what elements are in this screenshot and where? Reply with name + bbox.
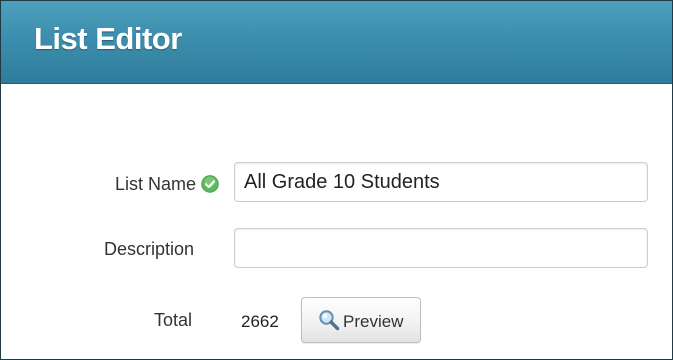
total-label: Total [153, 310, 192, 330]
magnifier-icon [319, 310, 340, 331]
page-title: List Editor [34, 21, 182, 56]
total-count: 2662 [241, 312, 279, 331]
header-bar: List Editor [1, 1, 672, 84]
preview-button-label: Preview [343, 312, 404, 331]
preview-button[interactable]: Preview [301, 297, 421, 343]
list-name-label: List Name [114, 174, 196, 194]
description-input[interactable] [234, 228, 648, 268]
description-label: Description [103, 239, 194, 259]
list-name-input[interactable] [234, 162, 648, 202]
list-editor-window: List Editor List Name Description Total … [0, 0, 673, 360]
check-circle-icon [201, 175, 219, 193]
